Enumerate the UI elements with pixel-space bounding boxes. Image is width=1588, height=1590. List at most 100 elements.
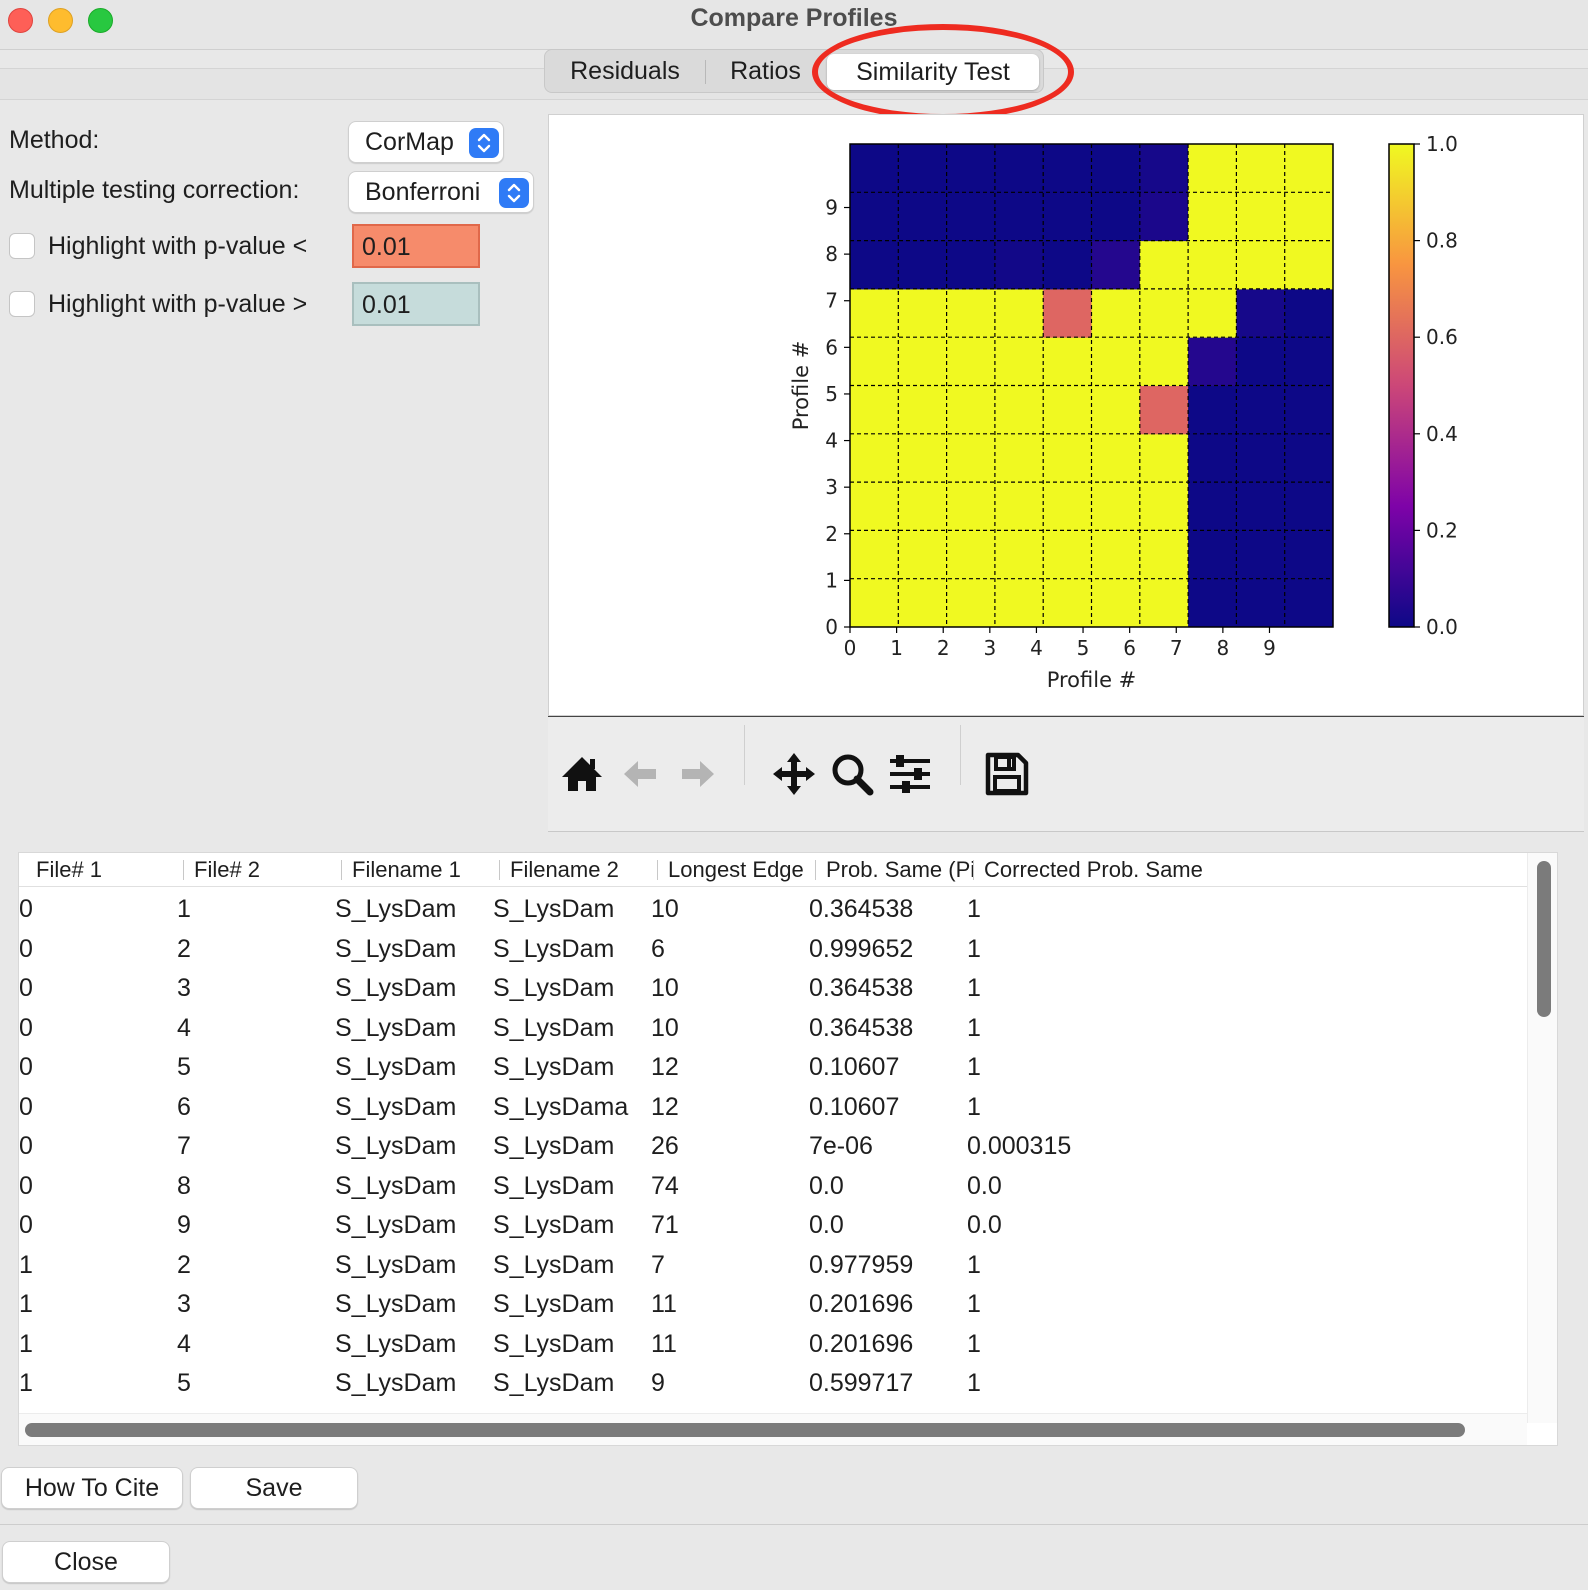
table-row[interactable]: 0 9 S_LysDam S_LysDam 71 0.0 0.0 [19, 1205, 1527, 1245]
column-divider[interactable] [815, 860, 816, 880]
heatmap-cell [1188, 288, 1237, 338]
table-row[interactable]: 1 4 S_LysDam S_LysDam 11 0.201696 1 [19, 1324, 1527, 1364]
y-tick-label: 0 [825, 615, 838, 639]
x-tick-label: 4 [1030, 636, 1043, 660]
column-header[interactable]: File# 1 [25, 853, 183, 887]
highlight-below-checkbox[interactable] [9, 233, 35, 259]
column-header-label: Corrected Prob. Same [984, 857, 1203, 882]
zoom-icon[interactable] [828, 747, 876, 801]
table-row[interactable]: 0 1 S_LysDam S_LysDam 10 0.364538 1 [19, 889, 1527, 929]
heatmap-cell [1043, 482, 1092, 531]
table-cell: 0.0 [809, 1171, 844, 1200]
table-cell: 1 [19, 1250, 33, 1279]
table-cell: 1 [967, 1369, 981, 1397]
back-arrow-icon[interactable] [616, 747, 664, 801]
heatmap-cell [898, 385, 948, 435]
correction-popup[interactable]: Bonferroni [348, 171, 534, 213]
column-divider[interactable] [183, 860, 184, 880]
y-tick-label: 8 [825, 242, 838, 266]
save-icon[interactable] [982, 747, 1030, 801]
heatmap-cell [1091, 192, 1141, 242]
vertical-scrollbar-thumb[interactable] [1537, 861, 1551, 1017]
how-to-cite-button[interactable]: How To Cite [1, 1467, 183, 1509]
home-icon[interactable] [558, 747, 606, 801]
table-row[interactable]: 0 2 S_LysDam S_LysDam 6 0.999652 1 [19, 929, 1527, 969]
column-header-label: File# 2 [194, 857, 261, 882]
table-cell: 11 [651, 1329, 677, 1358]
configure-icon[interactable] [886, 747, 934, 801]
table-cell: S_LysDam [493, 1369, 615, 1397]
close-button[interactable]: Close [2, 1541, 170, 1583]
y-tick-label: 4 [825, 429, 838, 453]
heatmap-cell [1236, 192, 1286, 242]
table-row[interactable]: 0 3 S_LysDam S_LysDam 10 0.364538 1 [19, 968, 1527, 1008]
highlight-below-value-field[interactable]: 0.01 [352, 224, 480, 268]
toolbar-separator [744, 725, 745, 785]
x-tick-label: 5 [1077, 636, 1090, 660]
table-row[interactable]: 1 3 S_LysDam S_LysDam 11 0.201696 1 [19, 1284, 1527, 1324]
method-popup[interactable]: CorMap [348, 121, 504, 163]
table-cell: 0.0 [809, 1211, 844, 1239]
column-header[interactable]: Filename 1 [341, 853, 499, 887]
table-row[interactable]: 0 5 S_LysDam S_LysDam 12 0.10607 1 [19, 1047, 1527, 1087]
title-bar: Compare Profiles [0, 0, 1588, 50]
table-cell: 0.364538 [809, 895, 914, 923]
table-row[interactable]: 0 8 S_LysDam S_LysDam 74 0.0 0.0 [19, 1166, 1527, 1206]
horizontal-scrollbar-thumb[interactable] [25, 1423, 1465, 1437]
pan-icon[interactable] [770, 747, 818, 801]
highlight-above-checkbox[interactable] [9, 291, 35, 317]
column-header-label: Longest Edge [668, 857, 804, 882]
table-cell: 0 [19, 1132, 33, 1160]
heatmap-cell [850, 578, 899, 628]
colorbar-tick-label: 0.0 [1426, 615, 1458, 639]
save-button[interactable]: Save [190, 1467, 358, 1509]
heatmap-cell [850, 240, 899, 290]
tab-ratios[interactable]: Ratios [708, 50, 823, 92]
heatmap-cell [1091, 433, 1141, 483]
table-cell: 0.201696 [809, 1329, 914, 1358]
heatmap-cell [1091, 337, 1141, 386]
heatmap-cell [1091, 530, 1141, 580]
table-cell: 5 [177, 1369, 191, 1397]
y-tick-label: 1 [825, 568, 838, 592]
y-tick-label: 3 [825, 475, 838, 499]
table-cell: S_LysDam [335, 1369, 457, 1397]
column-header[interactable]: Corrected Prob. Same [973, 853, 1273, 887]
heatmap-cell [850, 144, 899, 193]
table-cell: 0.000315 [967, 1132, 1072, 1160]
table-cell: 1 [19, 1329, 33, 1358]
table-cell: 7e-06 [809, 1132, 873, 1160]
plot-canvas[interactable]: 0 1 2 3 4 5 6 7 8 9 0 1 2 3 4 5 6 7 8 9 Profile # Profile # 0.… [548, 114, 1584, 716]
table-cell: 6 [651, 934, 665, 963]
column-divider[interactable] [973, 860, 974, 880]
table-cell: 4 [177, 1013, 191, 1042]
table-row[interactable]: 0 4 S_LysDam S_LysDam 10 0.364538 1 [19, 1008, 1527, 1048]
table-cell: 9 [177, 1211, 191, 1239]
column-header[interactable]: Longest Edge [657, 853, 815, 887]
heatmap-cell [1091, 288, 1141, 338]
table-row[interactable]: 0 7 S_LysDam S_LysDam 26 7e-06 0.000315 [19, 1126, 1527, 1166]
table-cell: S_LysDam [335, 1013, 457, 1042]
method-label: Method: [9, 126, 100, 154]
colorbar-tick-label: 0.6 [1426, 325, 1458, 349]
table-cell: 1 [967, 1329, 981, 1358]
heatmap-cell [1284, 385, 1334, 435]
table-cell: 0.977959 [809, 1250, 914, 1279]
column-header[interactable]: Prob. Same (Pi [815, 853, 973, 887]
heatmap-cell [850, 385, 899, 435]
column-header[interactable]: File# 2 [183, 853, 341, 887]
table-row[interactable]: 1 5 S_LysDam S_LysDam 9 0.599717 1 [19, 1363, 1527, 1403]
column-divider[interactable] [341, 860, 342, 880]
highlight-above-value-field[interactable]: 0.01 [352, 282, 480, 326]
tab-residuals[interactable]: Residuals [545, 50, 705, 92]
column-header[interactable]: Filename 2 [499, 853, 657, 887]
column-divider[interactable] [499, 860, 500, 880]
forward-arrow-icon[interactable] [674, 747, 722, 801]
tab-similarity-test[interactable]: Similarity Test [827, 54, 1039, 90]
heatmap-cell [946, 385, 996, 435]
heatmap-cell [1043, 530, 1092, 580]
table-row[interactable]: 1 2 S_LysDam S_LysDam 7 0.977959 1 [19, 1245, 1527, 1285]
table-row[interactable]: 0 6 S_LysDam S_LysDama 12 0.10607 1 [19, 1087, 1527, 1127]
column-divider[interactable] [657, 860, 658, 880]
table-cell: S_LysDam [335, 1211, 457, 1239]
